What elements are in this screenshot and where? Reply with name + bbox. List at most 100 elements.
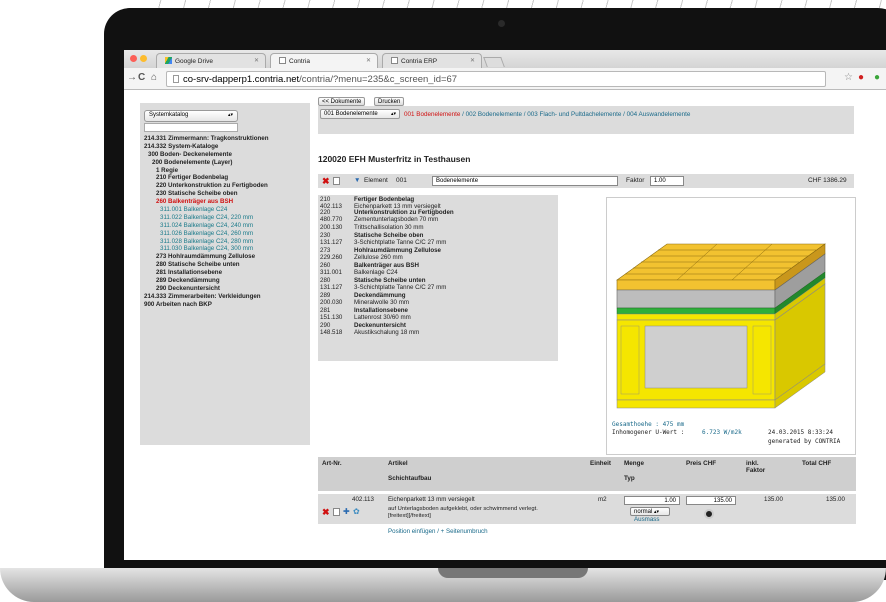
page-content: Systemkatalog ▴▾ 214.331 Zimmermann: Trag… [124, 91, 886, 560]
layer-subcode: 311.001 [320, 269, 342, 276]
catalog-tree: 214.331 Zimmermann: Tragkonstruktionen 21… [144, 135, 268, 309]
tree-item[interactable]: 311.024 Balkenlage C24, 240 mm [144, 222, 268, 230]
page-icon [279, 57, 286, 64]
layer-subcode: 148.518 [320, 329, 343, 336]
address-bar-row: → C ⌂ co-srv-dapperp1.contria.net/contri… [124, 68, 886, 90]
layer-desc: Zementunterlagsboden 70 mm [354, 216, 439, 223]
tree-item[interactable]: 260 Balkenträger aus BSH [144, 198, 268, 206]
layer-desc: Lattenrost 30/60 mm [354, 314, 411, 321]
tree-item[interactable]: 281 Installationsebene [144, 269, 268, 277]
tree-item[interactable]: 220 Unterkonstruktion zu Fertigboden [144, 182, 268, 190]
tab-google-drive[interactable]: Google Drive ✕ [156, 53, 266, 68]
uwert-row: Inhomogener U-Wert : 6.723 W/m2k 24.03.2… [612, 429, 852, 438]
layer-diagram [606, 197, 856, 455]
faktor-input[interactable]: 1.00 [650, 176, 684, 186]
tree-item[interactable]: 214.333 Zimmerarbeiten: Verkleidungen [144, 293, 268, 301]
close-tab-icon[interactable]: ✕ [254, 57, 259, 64]
url-field[interactable]: co-srv-dapperp1.contria.net/contria/?men… [166, 71, 826, 87]
tree-item[interactable]: 900 Arbeiten nach BKP [144, 301, 268, 309]
element-label: Element [364, 177, 388, 184]
reload-icon[interactable]: C [138, 72, 145, 83]
settings-icon[interactable]: ✿ [353, 507, 360, 516]
delete-row-icon[interactable]: ✖ [322, 507, 330, 518]
tree-item[interactable]: 214.332 System-Kataloge [144, 143, 268, 151]
minimize-window-icon[interactable] [140, 55, 147, 62]
close-tab-icon[interactable]: ✕ [470, 57, 475, 64]
price-input[interactable]: 135.00 [686, 496, 736, 505]
layer-desc: Balkenlage C24 [354, 269, 398, 276]
insert-position-link[interactable]: Position einfügen / + Seitenumbruch [388, 528, 488, 535]
bookmark-star-icon[interactable]: ☆ [844, 72, 853, 83]
row-einheit: m2 [598, 496, 607, 503]
layer-item: 281 151.130 Installationsebene Lattenrost 3… [320, 307, 556, 322]
tree-item[interactable]: 230 Statische Scheibe oben [144, 190, 268, 198]
back-arrow-icon[interactable]: → [127, 72, 137, 83]
layer-desc: 3-Schichtplatte Tanne C/C 27 mm [354, 284, 447, 291]
layer-subcode: 131.127 [320, 284, 343, 291]
element-select[interactable]: 001 Bodenelemente ▴▾ [320, 109, 400, 119]
tree-item[interactable]: 311.028 Balkenlage C24, 280 mm [144, 238, 268, 246]
tree-item[interactable]: 214.331 Zimmermann: Tragkonstruktionen [144, 135, 268, 143]
tree-item[interactable]: 210 Fertiger Bodenbelag [144, 174, 268, 182]
tree-item[interactable]: 273 Hohlraumdämmung Zellulose [144, 253, 268, 261]
chevron-updown-icon: ▴▾ [654, 509, 660, 515]
opera-extension-icon[interactable]: ● [858, 72, 864, 83]
layer-subcode: 151.130 [320, 314, 343, 321]
close-window-icon[interactable] [130, 55, 137, 62]
col-inkl: inkl. [746, 460, 759, 467]
tree-item[interactable]: 311.026 Balkenlage C24, 260 mm [144, 230, 268, 238]
diagram-info: Gesamthoehe : 475 mm Inhomogener U-Wert … [612, 421, 852, 445]
type-select[interactable]: normal ▴▾ [630, 507, 670, 516]
row-freitext: [freitext][/freitext] [388, 513, 431, 519]
back-documents-button[interactable]: << Dokumente [318, 97, 366, 106]
expand-triangle-icon[interactable]: ▼ [354, 177, 360, 184]
layer-item: 289 200.030 Deckendämmung Mineralwolle 30 m… [320, 292, 556, 307]
tab-contria-erp[interactable]: Contria ERP ✕ [382, 53, 482, 68]
new-tab-button[interactable] [483, 57, 505, 67]
breadcrumb-active[interactable]: 001 Bodenelemente [404, 111, 460, 118]
layer-desc: Akustikschalung 18 mm [354, 329, 420, 336]
tab-label: Contria ERP [401, 58, 438, 65]
tree-item[interactable]: 311.001 Balkenlage C24 [144, 206, 268, 214]
ausmass-link[interactable]: Ausmass [634, 516, 659, 523]
tree-item[interactable]: 289 Deckendämmung [144, 277, 268, 285]
col-typ: Typ [624, 475, 635, 482]
main-panel: << Dokumente Drucken 001 Bodenelemente ▴▾… [316, 91, 886, 560]
laptop-screen: Google Drive ✕ Contria ✕ Contria ERP ✕ → C … [124, 50, 886, 560]
copy-icon[interactable]: ✚ [343, 507, 350, 516]
evernote-extension-icon[interactable]: ● [874, 72, 880, 83]
tree-item[interactable]: 300 Boden- Deckenelemente [144, 151, 268, 159]
quantity-input[interactable]: 1.00 [624, 496, 680, 505]
row-artikel: Eichenparkett 13 mm versiegelt [388, 496, 475, 503]
tab-contria[interactable]: Contria ✕ [270, 53, 378, 68]
layer-section-drawing [616, 243, 826, 409]
document-icon[interactable] [333, 177, 340, 185]
url-path: /contria/?menu=235&c_screen_id=67 [299, 74, 458, 85]
row-inkl: 135.00 [764, 496, 783, 503]
uwert-value: 6.723 W/m2k [702, 429, 742, 436]
col-preis: Preis CHF [686, 460, 717, 467]
tree-item[interactable]: 311.022 Balkenlage C24, 220 mm [144, 214, 268, 222]
catalog-select[interactable]: Systemkatalog ▴▾ [144, 110, 238, 122]
tree-item[interactable]: 311.030 Balkenlage C24, 300 mm [144, 245, 268, 253]
document-icon[interactable] [333, 508, 340, 516]
element-name-input[interactable]: Bodenelemente [432, 176, 618, 186]
home-icon[interactable]: ⌂ [151, 72, 157, 83]
tree-item[interactable]: 200 Bodenelemente (Layer) [144, 159, 268, 167]
chevron-updown-icon: ▴▾ [390, 111, 396, 117]
browser-tabbar: Google Drive ✕ Contria ✕ Contria ERP ✕ [124, 50, 886, 68]
table-row: 402.113 Eichenparkett 13 mm versiegelt a… [318, 494, 856, 524]
close-tab-icon[interactable]: ✕ [366, 57, 371, 64]
tree-item[interactable]: 290 Deckenuntersicht [144, 285, 268, 293]
table-header: Art-Nr. Artikel Schichtaufbau Einheit Me… [318, 457, 856, 491]
col-total: Total CHF [802, 460, 832, 467]
tree-item[interactable]: 280 Statische Scheibe unten [144, 261, 268, 269]
calculate-circle-icon[interactable] [704, 509, 714, 519]
catalog-filter-input[interactable] [144, 123, 238, 132]
breadcrumb-rest[interactable]: / 002 Bodenelemente / 003 Flach- und Pul… [460, 111, 690, 118]
layer-item: 280 131.127 Statische Scheibe unten 3-Schic… [320, 277, 556, 292]
delete-icon[interactable]: ✖ [322, 176, 330, 187]
faktor-label: Faktor [626, 177, 645, 184]
print-button[interactable]: Drucken [374, 97, 405, 106]
tree-item[interactable]: 1 Regie [144, 167, 268, 175]
